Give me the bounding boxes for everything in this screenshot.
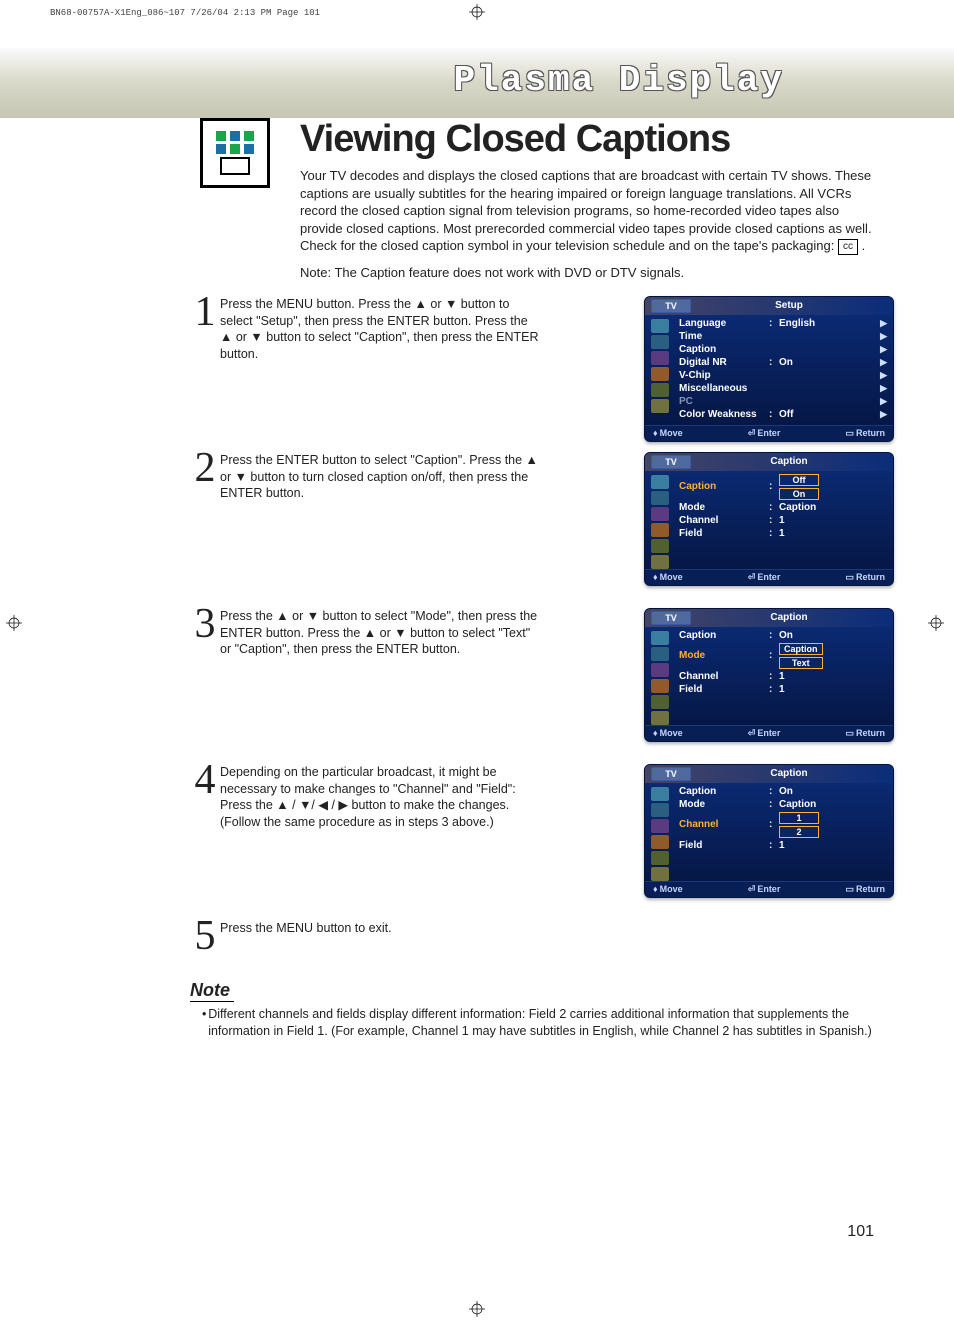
step-text: Press the MENU button to exit.	[220, 920, 540, 937]
enter-hint: ⏎ Enter	[748, 572, 781, 583]
osd-footer-hints: ♦ Move ⏎ Enter ▭ Return	[645, 881, 893, 897]
enter-hint: ⏎ Enter	[748, 884, 781, 895]
enter-hint: ⏎ Enter	[748, 428, 781, 439]
osd-row-caption: Caption	[679, 786, 769, 797]
osd-row-vchip: V-Chip	[679, 370, 769, 381]
osd-row-field: Field	[679, 840, 769, 851]
chevron-right-icon: ▶	[880, 409, 887, 420]
osd-row-channel: Channel	[679, 515, 769, 526]
osd-row-field: Field	[679, 528, 769, 539]
osd-caption-mode: TV Caption Caption:On Mode:	[644, 608, 894, 742]
note-heading: Note	[190, 980, 234, 1002]
osd-row-channel: Channel	[679, 671, 769, 682]
osd-menu-title: Caption	[691, 455, 887, 469]
step-4: 4 Depending on the particular broadcast,…	[190, 764, 884, 914]
page-number: 101	[847, 1223, 874, 1241]
osd-row-channel: Channel	[679, 819, 769, 830]
osd-row-caption: Caption	[679, 481, 769, 492]
note-line: Note: The Caption feature does not work …	[300, 265, 884, 280]
osd-caption-onoff: TV Caption Caption:	[644, 452, 894, 586]
page-title: Viewing Closed Captions	[300, 118, 884, 161]
option-on: On	[779, 488, 819, 500]
move-hint: ♦ Move	[653, 884, 683, 895]
osd-row-time: Time	[679, 331, 769, 342]
step-number: 3	[190, 600, 220, 648]
header-graphic-title: Plasma Display	[454, 60, 784, 101]
osd-caption-channel: TV Caption Caption:On Mode:Caption Chann…	[644, 764, 894, 898]
step-number: 5	[190, 912, 220, 960]
step-text: Depending on the particular broadcast, i…	[220, 764, 540, 832]
return-hint: ▭ Return	[845, 884, 885, 895]
osd-row-field: Field	[679, 684, 769, 695]
osd-tv-label: TV	[651, 611, 691, 625]
chevron-right-icon: ▶	[880, 357, 887, 368]
osd-row-pc: PC	[679, 396, 769, 407]
registration-mark-bottom	[469, 1301, 485, 1317]
option-caption: Caption	[779, 643, 823, 655]
osd-footer-hints: ♦ Move ⏎ Enter ▭ Return	[645, 725, 893, 741]
option-off: Off	[779, 474, 819, 486]
option-channel-1: 1	[779, 812, 819, 824]
osd-icon-column	[645, 315, 675, 425]
osd-row-mode: Mode	[679, 650, 769, 661]
step-number: 2	[190, 444, 220, 492]
step-text: Press the ENTER button to select "Captio…	[220, 452, 540, 503]
option-channel-2: 2	[779, 826, 819, 838]
osd-tv-label: TV	[651, 299, 691, 313]
registration-mark-left	[6, 615, 26, 635]
osd-row-misc: Miscellaneous	[679, 383, 769, 394]
step-5: 5 Press the MENU button to exit.	[190, 920, 884, 960]
registration-mark-top	[469, 4, 485, 20]
step-number: 4	[190, 756, 220, 804]
chevron-right-icon: ▶	[880, 396, 887, 407]
chevron-right-icon: ▶	[880, 344, 887, 355]
return-hint: ▭ Return	[845, 728, 885, 739]
note-body-text: Different channels and fields display di…	[208, 1006, 884, 1040]
move-hint: ♦ Move	[653, 428, 683, 439]
osd-menu-title: Caption	[691, 611, 887, 625]
return-hint: ▭ Return	[845, 428, 885, 439]
osd-icon-column	[645, 783, 675, 881]
step-text: Press the MENU button. Press the ▲ or ▼ …	[220, 296, 540, 364]
osd-row-color-weakness: Color Weakness	[679, 409, 769, 420]
step-2: 2 Press the ENTER button to select "Capt…	[190, 452, 884, 602]
osd-menu-title: Setup	[691, 299, 887, 313]
return-hint: ▭ Return	[845, 572, 885, 583]
chevron-right-icon: ▶	[880, 383, 887, 394]
title-icon	[200, 118, 270, 188]
step-number: 1	[190, 288, 220, 336]
print-mark: BN68-00757A-X1Eng_086~107 7/26/04 2:13 P…	[50, 8, 320, 18]
step-3: 3 Press the ▲ or ▼ button to select "Mod…	[190, 608, 884, 758]
chevron-right-icon: ▶	[880, 318, 887, 329]
osd-row-mode: Mode	[679, 502, 769, 513]
option-text: Text	[779, 657, 823, 669]
osd-row-digital-nr: Digital NR	[679, 357, 769, 368]
osd-row-mode: Mode	[679, 799, 769, 810]
osd-icon-column	[645, 471, 675, 569]
registration-mark-right	[928, 615, 948, 635]
step-1: 1 Press the MENU button. Press the ▲ or …	[190, 296, 884, 446]
osd-tv-label: TV	[651, 767, 691, 781]
step-text: Press the ▲ or ▼ button to select "Mode"…	[220, 608, 540, 659]
move-hint: ♦ Move	[653, 572, 683, 583]
osd-tv-label: TV	[651, 455, 691, 469]
osd-icon-column	[645, 627, 675, 725]
osd-row-caption: Caption	[679, 630, 769, 641]
note-section: Note •Different channels and fields disp…	[190, 980, 884, 1040]
intro-paragraph: Your TV decodes and displays the closed …	[300, 167, 884, 255]
osd-setup-menu: TV Setup Language:English▶ Time▶ Caption…	[644, 296, 894, 442]
enter-hint: ⏎ Enter	[748, 728, 781, 739]
osd-footer-hints: ♦ Move ⏎ Enter ▭ Return	[645, 569, 893, 585]
move-hint: ♦ Move	[653, 728, 683, 739]
osd-row-language: Language	[679, 318, 769, 329]
chevron-right-icon: ▶	[880, 331, 887, 342]
cc-symbol-icon: cc	[838, 239, 858, 255]
osd-menu-title: Caption	[691, 767, 887, 781]
osd-row-caption: Caption	[679, 344, 769, 355]
osd-footer-hints: ♦ Move ⏎ Enter ▭ Return	[645, 425, 893, 441]
chevron-right-icon: ▶	[880, 370, 887, 381]
